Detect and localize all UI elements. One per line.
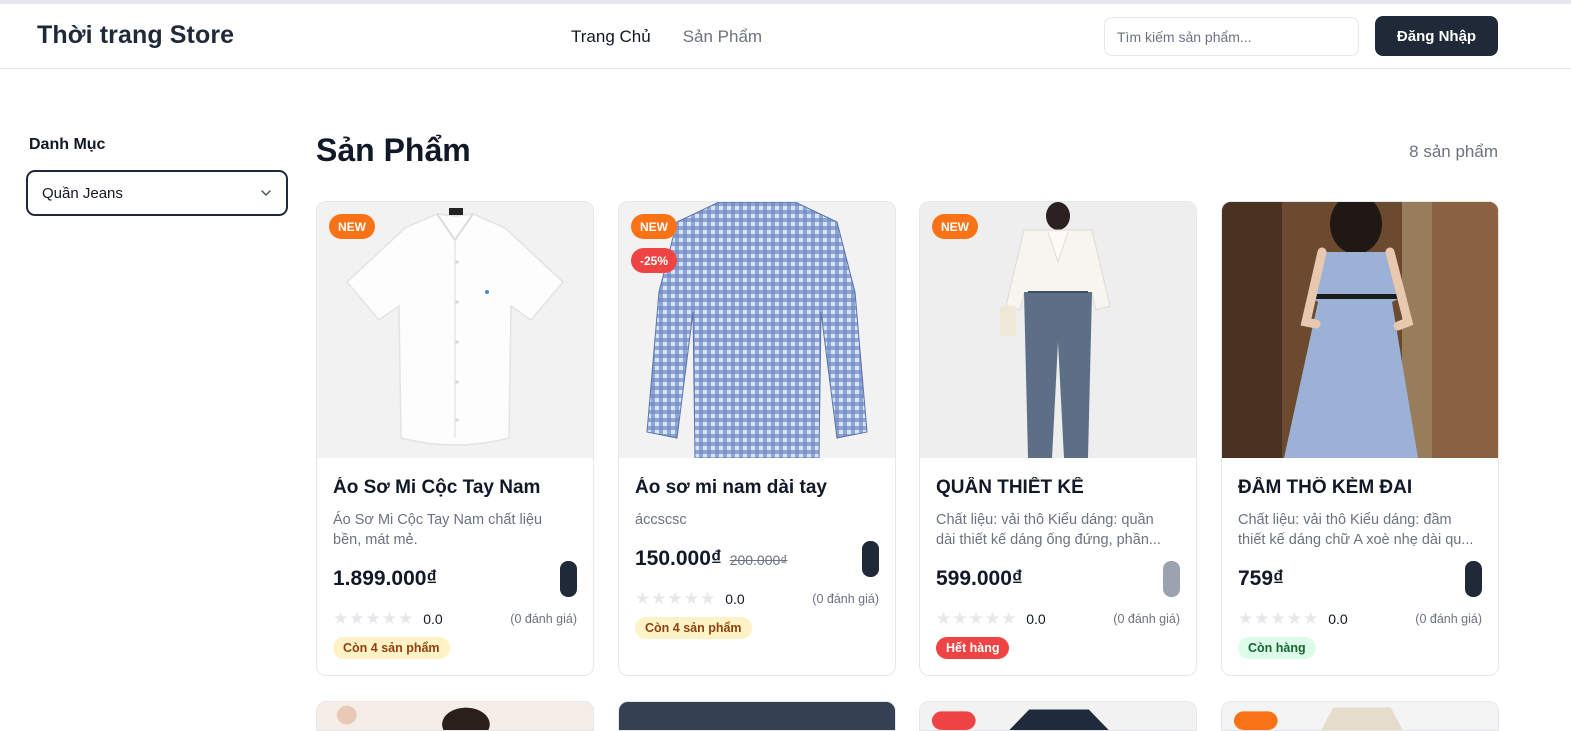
product-card[interactable]: NEW Áo Sơ Mi Cộc Tay Nam Áo Sơ Mi Cộc Ta… [316, 201, 594, 676]
review-count: (0 đánh giá) [1415, 612, 1482, 626]
stock-badge: Hết hàng [936, 637, 1010, 659]
product-image[interactable] [619, 202, 895, 458]
star-icon: ★ [1238, 609, 1254, 628]
star-icon: ★ [333, 609, 349, 628]
page-title: Sản Phẩm [316, 132, 471, 168]
product-image[interactable] [317, 702, 593, 730]
product-name[interactable]: ĐẦM THÔ KÈM ĐAI [1238, 477, 1484, 499]
product-description: ácсscsc [635, 512, 687, 528]
search-input[interactable] [1104, 17, 1359, 56]
star-icon: ★ [936, 609, 952, 628]
star-icon: ★ [667, 589, 683, 608]
product-card[interactable] [1221, 701, 1499, 731]
site-header: Thời trang Store Trang Chủ Sản Phẩm Đăng… [0, 4, 1571, 69]
product-old-price: 200.000₫ [729, 552, 788, 568]
star-icon: ★ [651, 589, 667, 608]
star-icon: ★ [984, 609, 1000, 628]
add-to-cart-button[interactable] [862, 541, 879, 577]
product-description: Chất liệu: vải thô Kiểu dáng: quần dài t… [936, 512, 1161, 548]
price-row: 599.000₫ [936, 567, 1023, 591]
product-price: 1.899.000₫ [333, 567, 438, 590]
star-icon: ★ [635, 589, 651, 608]
product-card[interactable] [919, 701, 1197, 731]
category-heading: Danh Mục [29, 136, 106, 153]
stock-badge: Còn 4 sản phẩm [333, 637, 450, 659]
add-to-cart-button[interactable] [1465, 561, 1482, 597]
review-count: (0 đánh giá) [812, 592, 879, 606]
rating-value: 0.0 [1328, 610, 1348, 627]
star-icon: ★ [683, 589, 699, 608]
product-card[interactable]: NEW QUẦN THIẾT KẾ Chất liệu: vải thô Kiể… [919, 201, 1197, 676]
product-price: 599.000₫ [936, 567, 1023, 590]
price-row: 1.899.000₫ [333, 567, 437, 591]
add-to-cart-button[interactable] [560, 561, 577, 597]
product-name[interactable]: Áo sơ mi nam dài tay [635, 477, 881, 499]
star-icon: ★ [1286, 609, 1302, 628]
star-icon: ★ [365, 609, 381, 628]
product-card[interactable] [618, 701, 896, 731]
star-icon: ★ [968, 609, 984, 628]
product-card[interactable] [316, 701, 594, 731]
star-icon: ★ [398, 609, 414, 628]
rating: ★ ★ ★ ★ ★ 0.0 [936, 610, 1046, 627]
product-name[interactable]: QUẦN THIẾT KẾ [936, 477, 1182, 499]
review-count: (0 đánh giá) [510, 612, 577, 626]
price-row: 759₫ [1238, 567, 1284, 591]
add-to-cart-button[interactable] [1163, 561, 1180, 597]
star-icon: ★ [381, 609, 397, 628]
rating-value: 0.0 [423, 610, 443, 627]
main-nav: Trang Chủ Sản Phẩm [571, 27, 762, 47]
login-button[interactable]: Đăng Nhập [1375, 16, 1498, 56]
product-image[interactable] [920, 702, 1196, 730]
product-image[interactable] [1222, 702, 1498, 730]
star-icon: ★ [1254, 609, 1270, 628]
product-card[interactable]: NEW -25% Áo sơ mi nam dài tay ácсscsc 15… [618, 201, 896, 676]
star-icon: ★ [349, 609, 365, 628]
category-select-value: Quần Jeans [42, 184, 123, 202]
rating-value: 0.0 [725, 590, 745, 607]
discount-badge: -25% [631, 248, 678, 273]
rating: ★ ★ ★ ★ ★ 0.0 [1238, 610, 1348, 627]
brand-logo[interactable]: Thời trang Store [37, 21, 234, 50]
price-row: 150.000₫ 200.000₫ [635, 547, 787, 571]
nav-products[interactable]: Sản Phẩm [683, 27, 762, 47]
new-badge: NEW [631, 214, 677, 239]
product-image[interactable] [317, 202, 593, 458]
nav-home[interactable]: Trang Chủ [571, 27, 651, 47]
rating: ★ ★ ★ ★ ★ 0.0 [333, 610, 443, 627]
product-image[interactable] [619, 702, 895, 730]
stock-badge: Còn 4 sản phẩm [635, 617, 752, 639]
review-count: (0 đánh giá) [1113, 612, 1180, 626]
product-card[interactable]: ĐẦM THÔ KÈM ĐAI Chất liệu: vải thô Kiểu … [1221, 201, 1499, 676]
product-count: 8 sản phẩm [1409, 142, 1498, 161]
product-description: Áo Sơ Mi Cộc Tay Nam chất liệu bền, mát … [333, 512, 543, 548]
star-icon: ★ [1270, 609, 1286, 628]
product-name[interactable]: Áo Sơ Mi Cộc Tay Nam [333, 477, 579, 499]
product-image[interactable] [1222, 202, 1498, 458]
product-description: Chất liệu: vải thô Kiểu dáng: đầm thiết … [1238, 512, 1474, 548]
star-icon: ★ [1303, 609, 1319, 628]
chevron-down-icon [261, 190, 271, 196]
product-image[interactable] [920, 202, 1196, 458]
new-badge: NEW [329, 214, 375, 239]
star-icon: ★ [1001, 609, 1017, 628]
stock-badge: Còn hàng [1238, 637, 1316, 659]
category-select[interactable]: Quần Jeans [26, 170, 288, 216]
new-badge: NEW [932, 214, 978, 239]
rating-value: 0.0 [1026, 610, 1046, 627]
product-price: 759₫ [1238, 567, 1284, 590]
star-icon: ★ [700, 589, 716, 608]
rating: ★ ★ ★ ★ ★ 0.0 [635, 590, 745, 607]
product-price: 150.000₫ [635, 547, 722, 570]
star-icon: ★ [952, 609, 968, 628]
